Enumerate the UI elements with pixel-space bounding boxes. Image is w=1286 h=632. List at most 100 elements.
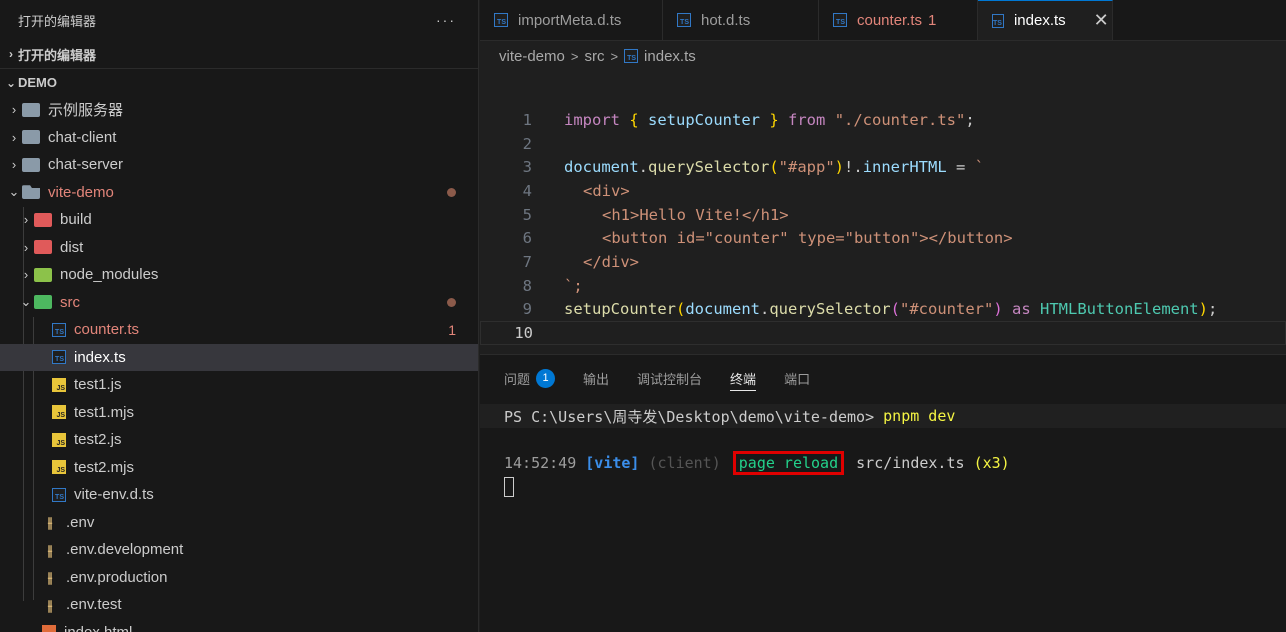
folder-open-icon	[22, 185, 40, 200]
log-action-highlighted: page reload	[732, 451, 845, 475]
terminal-command: pnpm dev	[883, 407, 956, 425]
tab-hot[interactable]: TS hot.d.ts	[663, 0, 819, 40]
panel-tabs: 问题 1 输出 调试控制台 终端 端口	[480, 355, 1286, 401]
folder-src-icon	[34, 295, 52, 310]
tree-item-file[interactable]: JS test1.mjs	[0, 399, 478, 427]
javascript-file-icon: JS	[52, 460, 66, 475]
code-token: innerHTML	[862, 158, 947, 177]
code-token: from	[778, 110, 835, 129]
tab-label: 终端	[730, 371, 757, 387]
code-token: querySelector	[648, 158, 770, 177]
breadcrumb-item[interactable]: vite-demo	[499, 48, 565, 65]
line-number: 6	[522, 229, 532, 248]
tab-terminal[interactable]: 终端	[730, 355, 757, 401]
folder-icon	[22, 130, 40, 145]
more-actions-button[interactable]: ···	[436, 12, 456, 28]
tree-item-folder[interactable]: › chat-client	[0, 124, 478, 152]
code-token: as	[1002, 300, 1040, 319]
breadcrumb-item[interactable]: index.ts	[644, 48, 696, 65]
tree-item-label: test2.js	[74, 431, 122, 449]
chevron-right-icon: ›	[11, 129, 17, 145]
tab-index[interactable]: TS index.ts ✕	[978, 0, 1113, 40]
tree-item-file[interactable]: JS test2.mjs	[0, 454, 478, 482]
tree-item-label: chat-client	[48, 128, 117, 146]
problem-count-badge: 1	[536, 368, 556, 388]
explorer-title: 打开的编辑器	[18, 13, 97, 29]
code-token: `	[974, 158, 985, 177]
code-token: <div>	[583, 181, 630, 200]
line-number: 4	[522, 181, 532, 200]
code-token: =	[946, 158, 975, 177]
tab-counter[interactable]: TS counter.ts 1	[819, 0, 978, 40]
folder-dist-icon	[34, 240, 52, 255]
chevron-right-icon: ›	[23, 239, 29, 255]
typescript-file-icon: TS	[992, 13, 1004, 28]
bottom-panel: 问题 1 输出 调试控制台 终端 端口 PS C:\Users\周寺发\Desk…	[480, 354, 1286, 632]
breadcrumb-item[interactable]: src	[584, 48, 604, 65]
typescript-file-icon: TS	[52, 350, 66, 365]
tree-item-label: test2.mjs	[74, 458, 135, 476]
tree-item-folder[interactable]: › 示例服务器	[0, 96, 478, 124]
tab-importmeta[interactable]: TS importMeta.d.ts	[480, 0, 663, 40]
tree-item-file[interactable]: ⫲ .env.production	[0, 564, 478, 592]
tab-ports[interactable]: 端口	[784, 355, 810, 401]
terminal-prompt-line: PS C:\Users\周寺发\Desktop\demo\vite-demo> …	[480, 404, 1286, 428]
code-token: .	[759, 300, 770, 319]
tree-item-file[interactable]: TS counter.ts 1	[0, 316, 478, 344]
tree-item-file[interactable]: index.html	[0, 619, 478, 632]
html-file-icon	[42, 625, 56, 632]
workspace-section[interactable]: ⌄ DEMO	[0, 68, 478, 96]
code-editor[interactable]: 1 import { setupCounter } from "./counte…	[480, 108, 1286, 345]
tab-label: 端口	[784, 371, 811, 387]
explorer-header: 打开的编辑器 ···	[0, 0, 478, 40]
tab-problems[interactable]: 问题 1	[504, 355, 556, 401]
modified-dot-icon	[447, 187, 456, 197]
javascript-file-icon: JS	[52, 405, 66, 420]
tab-label: 问题	[504, 371, 531, 387]
tree-item-folder[interactable]: ⌄ src	[0, 289, 478, 317]
typescript-file-icon: TS	[624, 49, 639, 63]
tree-item-file[interactable]: ⫲ .env	[0, 509, 478, 537]
code-line: 2	[480, 132, 1286, 156]
chevron-right-icon: ›	[11, 102, 17, 118]
tab-label: index.ts	[1013, 12, 1066, 29]
line-number: 3	[522, 158, 532, 177]
editor-tabs: TS importMeta.d.ts TS hot.d.ts TS counte…	[480, 0, 1286, 41]
tree-item-label: .env.production	[66, 568, 168, 586]
code-token: }	[769, 110, 779, 129]
tab-debug-console[interactable]: 调试控制台	[637, 355, 702, 401]
line-number: 10	[514, 324, 533, 343]
tree-item-file[interactable]: ⫲ .env.development	[0, 536, 478, 564]
tree-item-folder[interactable]: › chat-server	[0, 151, 478, 179]
tree-item-label: 示例服务器	[48, 102, 124, 120]
code-token: {	[629, 110, 639, 129]
tree-item-label: node_modules	[60, 266, 159, 284]
tree-item-folder[interactable]: › dist	[0, 234, 478, 262]
line-number: 5	[522, 205, 532, 224]
tree-item-file[interactable]: TS index.ts	[0, 343, 478, 371]
tree-item-label: counter.ts	[74, 321, 140, 339]
tree-item-label: src	[60, 293, 80, 311]
typescript-file-icon: TS	[52, 487, 66, 502]
javascript-file-icon: JS	[52, 432, 66, 447]
tree-item-file[interactable]: JS test1.js	[0, 371, 478, 399]
code-line: 7 </div>	[480, 250, 1286, 274]
code-token: !.	[844, 158, 863, 177]
explorer-sidebar: 打开的编辑器 ··· › 打开的编辑器 ⌄ DEMO › 示例服务器 › cha…	[0, 0, 479, 632]
close-icon[interactable]: ✕	[1094, 10, 1109, 31]
code-token: )	[993, 300, 1003, 319]
tab-problem-count: 1	[928, 11, 937, 29]
terminal-prompt: PS C:\Users\周寺发\Desktop\demo\vite-demo>	[504, 407, 884, 426]
tree-item-folder[interactable]: ⌄ vite-demo	[0, 179, 478, 207]
tree-item-folder[interactable]: › node_modules	[0, 261, 478, 289]
tree-item-folder[interactable]: › build	[0, 206, 478, 234]
tree-item-label: chat-server	[48, 156, 124, 174]
code-token: querySelector	[769, 300, 891, 319]
tree-item-file[interactable]: JS test2.js	[0, 426, 478, 454]
tab-output[interactable]: 输出	[583, 355, 609, 401]
breadcrumb: vite-demo > src > TS index.ts	[480, 41, 1286, 71]
open-editors-section[interactable]: › 打开的编辑器	[0, 40, 478, 68]
code-token: "./counter.ts"	[834, 110, 966, 129]
tree-item-file[interactable]: TS vite-env.d.ts	[0, 481, 478, 509]
tree-item-file[interactable]: ⫲ .env.test	[0, 591, 478, 619]
